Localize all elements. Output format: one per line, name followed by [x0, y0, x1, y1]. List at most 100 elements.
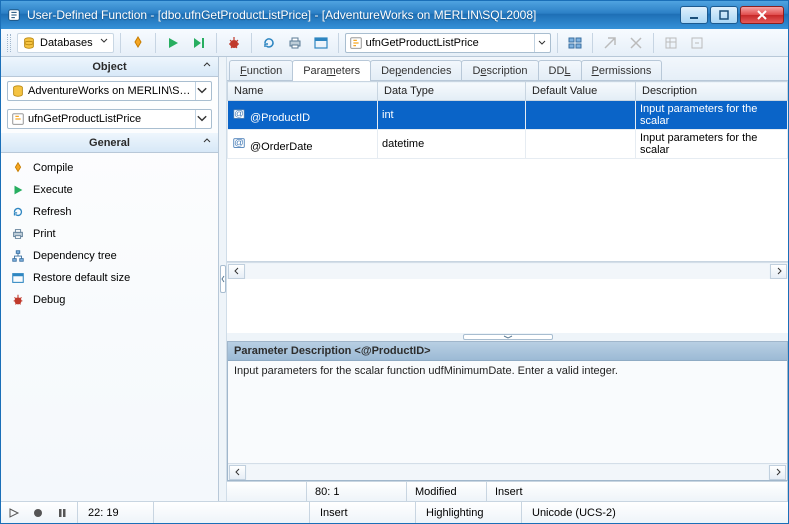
- param-icon: @: [232, 136, 250, 150]
- sidebar-item-restore-size[interactable]: Restore default size: [1, 267, 218, 289]
- collapse-icon: [202, 60, 212, 73]
- object-header-label: Object: [92, 61, 126, 73]
- scroll-track[interactable]: [247, 465, 768, 480]
- chevron-down-icon[interactable]: [534, 34, 550, 52]
- col-description[interactable]: Description: [636, 82, 788, 101]
- toolbar-grip[interactable]: [7, 34, 11, 52]
- function-selector[interactable]: [345, 33, 551, 53]
- toolbar-action-4: [660, 32, 682, 54]
- object-panel-header[interactable]: Object: [1, 57, 218, 77]
- sidebar-item-print[interactable]: Print: [1, 223, 218, 245]
- cell-name: @ProductID: [250, 112, 310, 124]
- sidebar-item-dependency-tree[interactable]: Dependency tree: [1, 245, 218, 267]
- tab-permissions[interactable]: Permissions: [581, 60, 663, 80]
- nav-record-button[interactable]: [29, 505, 47, 521]
- compile-button[interactable]: [127, 32, 149, 54]
- refresh-icon: [11, 205, 25, 219]
- print-button[interactable]: [284, 32, 306, 54]
- nav-play-button[interactable]: [5, 505, 23, 521]
- description-panel-title: Parameter Description <@ProductID>: [228, 342, 787, 361]
- outer-insert-mode: Insert: [309, 502, 409, 523]
- sidebar-item-execute[interactable]: Execute: [1, 179, 218, 201]
- close-button[interactable]: [740, 6, 784, 24]
- sidebar-item-compile[interactable]: Compile: [1, 157, 218, 179]
- compile-icon: [11, 161, 25, 175]
- svg-text:@: @: [234, 108, 244, 119]
- cell-default: [526, 101, 636, 130]
- scroll-left-button[interactable]: [228, 264, 245, 279]
- param-icon: @: [232, 107, 250, 121]
- scroll-right-button[interactable]: [769, 465, 786, 480]
- horizontal-splitter[interactable]: [227, 333, 788, 341]
- minimize-button[interactable]: [680, 6, 708, 24]
- sidebar-item-debug[interactable]: Debug: [1, 289, 218, 311]
- toolbar-action-1[interactable]: [564, 32, 586, 54]
- sidebar-item-label: Print: [33, 228, 56, 240]
- main-toolbar: Databases: [1, 29, 788, 57]
- database-combo[interactable]: AdventureWorks on MERLIN\SQL2008: [7, 81, 212, 101]
- sidebar-item-label: Restore default size: [33, 272, 130, 284]
- execute-step-button[interactable]: [188, 32, 210, 54]
- restore-size-button[interactable]: [310, 32, 332, 54]
- databases-dropdown[interactable]: Databases: [17, 33, 114, 53]
- general-header-label: General: [89, 137, 130, 149]
- vertical-splitter[interactable]: [219, 57, 227, 501]
- svg-text:@: @: [234, 137, 244, 148]
- table-row[interactable]: @@OrderDatedatetimeInput parameters for …: [228, 130, 788, 159]
- cell-name: @OrderDate: [250, 141, 313, 153]
- function-combo[interactable]: ufnGetProductListPrice: [7, 109, 212, 129]
- tab-bar: Function Parameters Dependencies Descrip…: [227, 57, 788, 81]
- inner-statusbar: 80: 1 Modified Insert: [227, 481, 788, 501]
- scroll-track[interactable]: [246, 264, 769, 279]
- cell-datatype: datetime: [378, 130, 526, 159]
- play-icon: [11, 183, 25, 197]
- database-combo-text: AdventureWorks on MERLIN\SQL2008: [28, 85, 195, 97]
- scroll-right-button[interactable]: [770, 264, 787, 279]
- grid-hscrollbar[interactable]: [227, 262, 788, 279]
- general-panel-header[interactable]: General: [1, 133, 218, 153]
- sidebar-item-label: Compile: [33, 162, 73, 174]
- cursor-position: 80: 1: [307, 482, 407, 501]
- cell-datatype: int: [378, 101, 526, 130]
- nav-pause-button[interactable]: [53, 505, 71, 521]
- maximize-button[interactable]: [710, 6, 738, 24]
- refresh-button[interactable]: [258, 32, 280, 54]
- tab-ddl[interactable]: DDL: [538, 60, 582, 80]
- execute-button[interactable]: [162, 32, 184, 54]
- chevron-down-icon[interactable]: [195, 82, 211, 100]
- parameters-grid[interactable]: Name Data Type Default Value Description…: [227, 81, 788, 262]
- sidebar-item-refresh[interactable]: Refresh: [1, 201, 218, 223]
- function-icon: [11, 112, 25, 126]
- chevron-down-icon[interactable]: [195, 110, 211, 128]
- general-menu: Compile Execute Refresh Print Dependency…: [1, 153, 218, 315]
- tree-icon: [11, 249, 25, 263]
- sidebar-item-label: Execute: [33, 184, 73, 196]
- debug-button[interactable]: [223, 32, 245, 54]
- col-name[interactable]: Name: [228, 82, 378, 101]
- table-row[interactable]: @ @ProductID int Input parameters for the s…: [228, 101, 788, 130]
- database-icon: [11, 84, 25, 98]
- chevron-down-icon: [99, 36, 109, 49]
- toolbar-action-2: [599, 32, 621, 54]
- collapse-icon: [202, 136, 212, 149]
- function-name-input[interactable]: [366, 35, 534, 51]
- highlighting-status: Highlighting: [415, 502, 515, 523]
- col-datatype[interactable]: Data Type: [378, 82, 526, 101]
- function-combo-text: ufnGetProductListPrice: [28, 113, 195, 125]
- col-default[interactable]: Default Value: [526, 82, 636, 101]
- tab-description[interactable]: Description: [461, 60, 538, 80]
- modified-status: Modified: [407, 482, 487, 501]
- desc-hscrollbar[interactable]: [228, 463, 787, 480]
- tab-function[interactable]: Function: [229, 60, 293, 80]
- description-panel-body[interactable]: Input parameters for the scalar function…: [228, 361, 787, 463]
- parameter-description-panel: Parameter Description <@ProductID> Input…: [227, 341, 788, 481]
- titlebar[interactable]: User-Defined Function - [dbo.ufnGetProdu…: [1, 1, 788, 29]
- window-icon: [11, 271, 25, 285]
- cell-description: Input parameters for the scalar: [636, 101, 788, 130]
- bug-icon: [11, 293, 25, 307]
- sidebar-item-label: Dependency tree: [33, 250, 117, 262]
- scroll-left-button[interactable]: [229, 465, 246, 480]
- tab-parameters[interactable]: Parameters: [292, 60, 371, 81]
- tab-dependencies[interactable]: Dependencies: [370, 60, 462, 80]
- print-icon: [11, 227, 25, 241]
